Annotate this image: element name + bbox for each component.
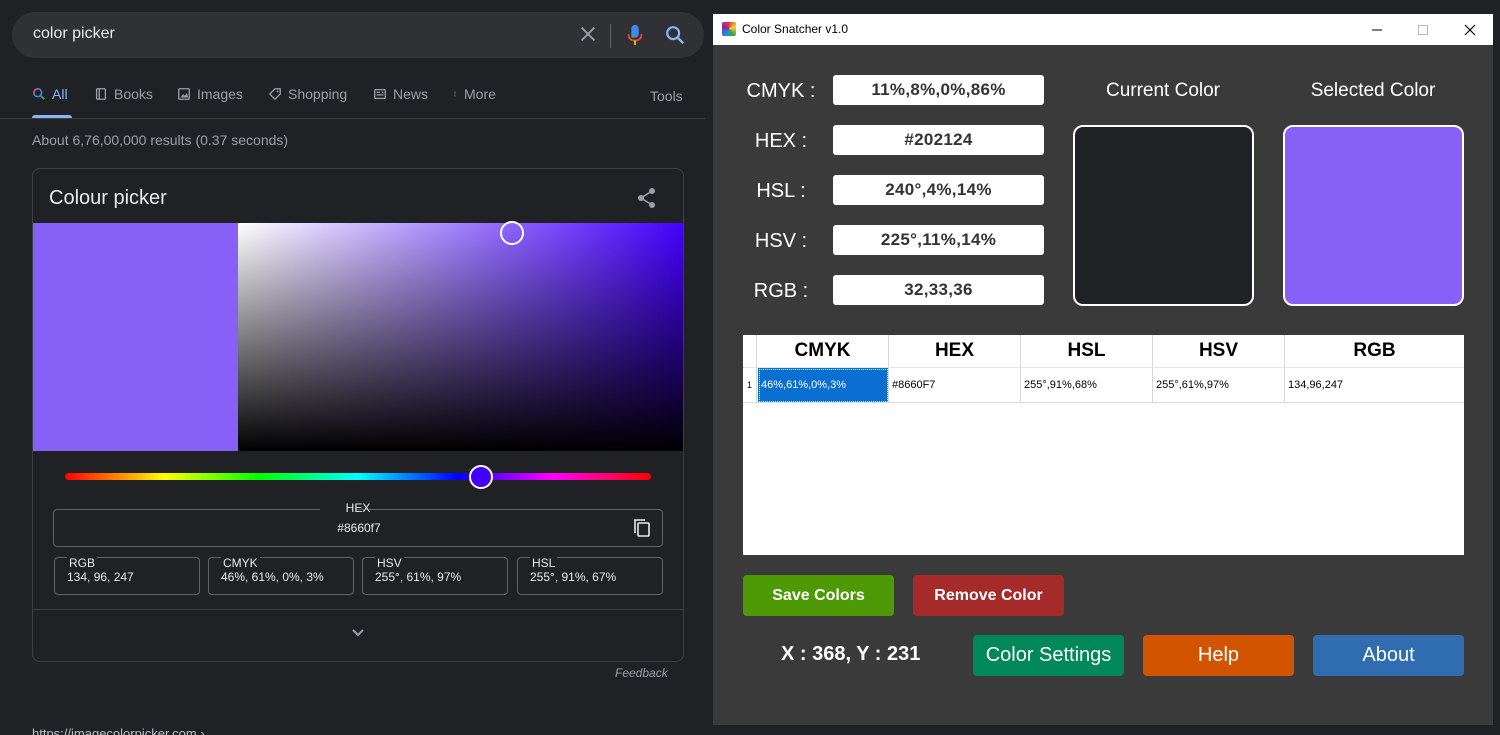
help-button[interactable]: Help	[1143, 635, 1294, 676]
row-number[interactable]: 1	[743, 368, 757, 403]
column-header-hsv[interactable]: HSV	[1153, 335, 1285, 368]
table-cell[interactable]: 46%,61%,0%,3%	[758, 368, 889, 403]
selected-colour-swatch	[33, 223, 238, 451]
maximize-icon	[1418, 24, 1428, 35]
results-count: About 6,76,00,000 results (0.37 seconds)	[32, 132, 289, 148]
column-header-rgb[interactable]: RGB	[1285, 335, 1464, 368]
book-icon	[95, 88, 107, 100]
column-header-hex[interactable]: HEX	[889, 335, 1021, 368]
hue-slider[interactable]	[65, 473, 651, 480]
tab-news[interactable]: News	[373, 86, 428, 102]
search-divider	[610, 24, 611, 48]
tab-label: Images	[197, 86, 243, 102]
cmyk-label: CMYK :	[746, 80, 816, 102]
tab-label: Books	[114, 86, 153, 102]
hsv-label: HSV :	[754, 230, 808, 252]
table-cell[interactable]: 134,96,247	[1285, 368, 1464, 403]
card-divider	[33, 609, 683, 610]
search-input[interactable]: color picker	[33, 25, 115, 43]
hue-handle[interactable]	[469, 465, 493, 489]
tab-all[interactable]: All	[32, 86, 72, 118]
window-title: Color Snatcher v1.0	[742, 22, 849, 36]
hex-value: #8660f7	[337, 521, 381, 535]
minimize-button[interactable]	[1354, 14, 1400, 45]
tab-more[interactable]: More	[452, 86, 496, 102]
saturation-handle[interactable]	[500, 221, 524, 245]
share-icon[interactable]	[637, 187, 657, 209]
more-vert-icon	[454, 91, 456, 97]
table-cell[interactable]: 255°,61%,97%	[1153, 368, 1285, 403]
color-snatcher-window: Color Snatcher v1.0 CMYK : 11%,8%,0%,86%…	[713, 14, 1493, 725]
tab-label: More	[464, 86, 496, 102]
column-header-hsl[interactable]: HSL	[1021, 335, 1153, 368]
table-cell[interactable]: 255°,91%,68%	[1021, 368, 1153, 403]
saved-colors-table[interactable]: CMYK HEX HSL HSV RGB 1 46%,61%,0%,3% #86…	[743, 335, 1464, 555]
image-icon	[178, 88, 190, 100]
cmyk-field[interactable]: CMYK 46%, 61%, 0%, 3%	[208, 556, 354, 595]
hex-value-field[interactable]: #202124	[833, 125, 1044, 155]
field-label: CMYK	[221, 556, 260, 570]
about-button[interactable]: About	[1313, 635, 1464, 676]
hsl-value-field[interactable]: 240°,4%,14%	[833, 175, 1044, 205]
hsl-label: HSL :	[756, 180, 806, 202]
tab-images[interactable]: Images	[177, 86, 243, 102]
cursor-coordinates: X : 368, Y : 231	[781, 643, 921, 665]
tab-label: All	[52, 86, 68, 102]
selected-color-swatch	[1283, 125, 1464, 306]
column-header-cmyk[interactable]: CMYK	[757, 335, 889, 368]
table-cell[interactable]: #8660F7	[889, 368, 1021, 403]
tab-label: Shopping	[288, 86, 348, 102]
tab-books[interactable]: Books	[94, 86, 153, 102]
current-color-swatch	[1073, 125, 1254, 306]
field-value: 46%, 61%, 0%, 3%	[221, 570, 324, 584]
field-label: RGB	[67, 556, 98, 570]
card-title: Colour picker	[49, 187, 167, 209]
minimize-icon	[1372, 29, 1382, 30]
table-corner	[743, 335, 757, 368]
hsv-field[interactable]: HSV 255°, 61%, 97%	[362, 556, 508, 595]
remove-color-button[interactable]: Remove Color	[913, 575, 1064, 616]
field-label: HSV	[375, 556, 404, 570]
tabs-divider	[0, 118, 705, 119]
color-settings-button[interactable]: Color Settings	[973, 635, 1124, 676]
maximize-button[interactable]	[1400, 14, 1446, 45]
close-icon	[1464, 24, 1476, 35]
chevron-down-icon[interactable]	[350, 627, 366, 639]
clear-icon[interactable]	[577, 23, 599, 45]
save-colors-button[interactable]: Save Colors	[743, 575, 894, 616]
title-bar: Color Snatcher v1.0	[713, 14, 1493, 45]
copy-icon[interactable]	[632, 518, 652, 538]
hex-label: HEX :	[754, 130, 808, 152]
selected-color-heading: Selected Color	[1310, 80, 1436, 101]
tools-button[interactable]: Tools	[650, 88, 683, 104]
search-bar[interactable]: color picker	[12, 12, 704, 58]
app-icon	[722, 22, 736, 36]
cmyk-value-field[interactable]: 11%,8%,0%,86%	[833, 75, 1044, 105]
hsl-field[interactable]: HSL 255°, 91%, 67%	[517, 556, 663, 595]
search-icon	[32, 87, 45, 100]
tab-shopping[interactable]: Shopping	[268, 86, 347, 102]
feedback-link[interactable]: Feedback	[615, 666, 668, 680]
hex-label: HEX	[345, 501, 371, 515]
field-value: 134, 96, 247	[67, 570, 134, 584]
rgb-label: RGB :	[753, 280, 809, 302]
field-value: 255°, 91%, 67%	[530, 570, 617, 584]
close-button[interactable]	[1447, 14, 1493, 45]
rgb-value-field[interactable]: 32,33,36	[833, 275, 1044, 305]
tag-icon	[268, 88, 281, 101]
hsv-value-field[interactable]: 225°,11%,14%	[833, 225, 1044, 255]
news-icon	[374, 88, 386, 100]
tab-label: News	[393, 86, 429, 102]
rgb-field[interactable]: RGB 134, 96, 247	[54, 556, 200, 595]
colour-picker-card: Colour picker #8660f7 HEX RGB 134, 96, 2…	[32, 168, 684, 662]
field-value: 255°, 61%, 97%	[375, 570, 462, 584]
search-icon[interactable]	[664, 24, 686, 46]
field-label: HSL	[530, 556, 558, 570]
current-color-heading: Current Color	[1105, 80, 1221, 101]
result-url[interactable]: https://imagecolorpicker.com › ...	[32, 726, 219, 735]
microphone-icon[interactable]	[624, 23, 646, 47]
saturation-value-area[interactable]	[238, 223, 683, 451]
